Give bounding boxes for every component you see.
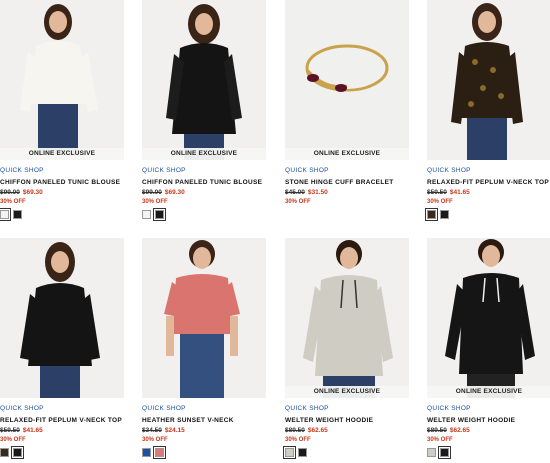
product-card[interactable]: QUICK SHOP RELAXED-FIT PEPLUM V-NECK TOP… (0, 238, 124, 459)
product-image[interactable] (427, 0, 550, 160)
discount-label: 30% OFF (0, 437, 26, 443)
color-swatches (427, 446, 451, 459)
quick-shop-link[interactable]: QUICK SHOP (285, 167, 329, 174)
original-price: $45.00 (285, 189, 305, 196)
product-price: $59.50 $41.65 (427, 189, 470, 196)
color-swatch[interactable] (142, 448, 151, 457)
color-swatch[interactable] (283, 446, 296, 459)
original-price: $99.00 (0, 189, 20, 196)
product-name[interactable]: STONE HINGE CUFF BRACELET (285, 179, 394, 186)
color-swatches (0, 446, 24, 459)
product-name[interactable]: HEATHER SUNSET V-NECK (142, 417, 234, 424)
color-swatch[interactable] (0, 448, 9, 457)
product-name[interactable]: RELAXED-FIT PEPLUM V-NECK TOP (427, 179, 549, 186)
product-price: $45.00 $31.50 (285, 189, 328, 196)
color-swatches (0, 208, 22, 221)
product-name[interactable]: WELTER WEIGHT HOODIE (285, 417, 373, 424)
model-photo (427, 0, 550, 160)
original-price: $99.00 (142, 189, 162, 196)
online-exclusive-badge: ONLINE EXCLUSIVE (285, 148, 409, 160)
sale-price: $41.65 (22, 427, 43, 434)
model-photo (142, 0, 266, 160)
model-photo (142, 238, 266, 398)
bracelet-photo (285, 0, 409, 160)
product-price: $99.00 $69.30 (0, 189, 43, 196)
online-exclusive-badge: ONLINE EXCLUSIVE (142, 148, 266, 160)
sale-price: $31.50 (307, 189, 328, 196)
quick-shop-link[interactable]: QUICK SHOP (0, 167, 44, 174)
color-swatch[interactable] (11, 446, 24, 459)
original-price: $89.50 (285, 427, 305, 434)
color-swatch[interactable] (298, 448, 307, 457)
color-swatches (142, 208, 166, 221)
product-card[interactable]: ONLINE EXCLUSIVE QUICK SHOP WELTER WEIGH… (427, 238, 550, 459)
product-card[interactable]: ONLINE EXCLUSIVE QUICK SHOP STONE HINGE … (285, 0, 409, 205)
model-photo (427, 238, 550, 398)
color-swatch[interactable] (438, 446, 451, 459)
sale-price: $62.65 (449, 427, 470, 434)
color-swatch[interactable] (13, 210, 22, 219)
online-exclusive-badge: ONLINE EXCLUSIVE (0, 148, 124, 160)
online-exclusive-badge: ONLINE EXCLUSIVE (285, 386, 409, 398)
discount-label: 30% OFF (142, 199, 168, 205)
product-image[interactable]: ONLINE EXCLUSIVE (142, 0, 266, 160)
product-card[interactable]: ONLINE EXCLUSIVE QUICK SHOP CHIFFON PANE… (142, 0, 266, 221)
color-swatch[interactable] (142, 210, 151, 219)
color-swatch[interactable] (0, 208, 11, 221)
quick-shop-link[interactable]: QUICK SHOP (427, 167, 471, 174)
model-photo (285, 238, 409, 398)
color-swatches (425, 208, 449, 221)
quick-shop-link[interactable]: QUICK SHOP (142, 167, 186, 174)
sale-price: $62.65 (307, 427, 328, 434)
product-price: $99.00 $69.30 (142, 189, 185, 196)
model-photo (0, 238, 124, 398)
product-price: $89.50 $62.65 (427, 427, 470, 434)
quick-shop-link[interactable]: QUICK SHOP (427, 405, 471, 412)
product-name[interactable]: CHIFFON PANELED TUNIC BLOUSE (142, 179, 262, 186)
discount-label: 30% OFF (427, 199, 453, 205)
color-swatch[interactable] (425, 208, 438, 221)
online-exclusive-badge: ONLINE EXCLUSIVE (427, 386, 550, 398)
product-card[interactable]: QUICK SHOP RELAXED-FIT PEPLUM V-NECK TOP… (425, 0, 550, 221)
original-price: $34.50 (142, 427, 162, 434)
product-card[interactable]: ONLINE EXCLUSIVE QUICK SHOP WELTER WEIGH… (283, 238, 409, 459)
product-card[interactable]: ONLINE EXCLUSIVE QUICK SHOP CHIFFON PANE… (0, 0, 124, 221)
product-price: $59.50 $41.65 (0, 427, 43, 434)
product-name[interactable]: CHIFFON PANELED TUNIC BLOUSE (0, 179, 120, 186)
product-name[interactable]: RELAXED-FIT PEPLUM V-NECK TOP (0, 417, 122, 424)
color-swatch[interactable] (427, 448, 436, 457)
model-photo (0, 0, 124, 160)
color-swatch[interactable] (440, 210, 449, 219)
product-image[interactable]: ONLINE EXCLUSIVE (285, 238, 409, 398)
sale-price: $24.15 (164, 427, 185, 434)
discount-label: 30% OFF (285, 437, 311, 443)
color-swatches (142, 446, 166, 459)
color-swatches (283, 446, 307, 459)
quick-shop-link[interactable]: QUICK SHOP (0, 405, 44, 412)
product-card[interactable]: QUICK SHOP HEATHER SUNSET V-NECK $34.50 $… (142, 238, 266, 459)
original-price: $59.50 (0, 427, 20, 434)
product-name[interactable]: WELTER WEIGHT HOODIE (427, 417, 515, 424)
color-swatch[interactable] (153, 446, 166, 459)
original-price: $89.50 (427, 427, 447, 434)
product-price: $34.50 $24.15 (142, 427, 185, 434)
product-image[interactable]: ONLINE EXCLUSIVE (0, 0, 124, 160)
product-price: $89.50 $62.65 (285, 427, 328, 434)
quick-shop-link[interactable]: QUICK SHOP (142, 405, 186, 412)
quick-shop-link[interactable]: QUICK SHOP (285, 405, 329, 412)
color-swatch[interactable] (153, 208, 166, 221)
discount-label: 30% OFF (427, 437, 453, 443)
discount-label: 30% OFF (142, 437, 168, 443)
sale-price: $41.65 (449, 189, 470, 196)
original-price: $59.50 (427, 189, 447, 196)
product-image[interactable] (0, 238, 124, 398)
product-image[interactable]: ONLINE EXCLUSIVE (427, 238, 550, 398)
product-image[interactable] (142, 238, 266, 398)
discount-label: 30% OFF (0, 199, 26, 205)
sale-price: $69.30 (22, 189, 43, 196)
sale-price: $69.30 (164, 189, 185, 196)
discount-label: 30% OFF (285, 199, 311, 205)
product-image[interactable]: ONLINE EXCLUSIVE (285, 0, 409, 160)
